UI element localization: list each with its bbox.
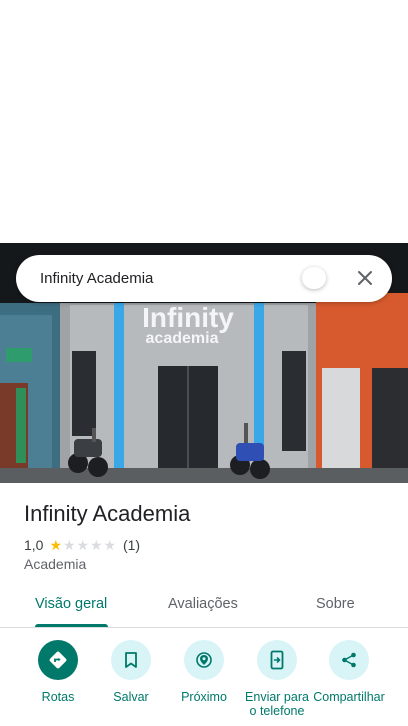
send-to-phone-label: Enviar para o telefone (245, 690, 309, 718)
tab-overview[interactable]: Visão geral (35, 596, 107, 612)
star-icon: ★ (103, 537, 117, 553)
sign-text-line2: academia (146, 330, 219, 347)
search-input[interactable] (40, 270, 290, 287)
search-bar[interactable] (16, 255, 392, 302)
share-label: Compartilhar (313, 690, 385, 704)
nearby-label: Próximo (181, 690, 227, 704)
directions-icon (38, 640, 78, 680)
tab-reviews[interactable]: Avaliações (168, 596, 238, 612)
tab-active-indicator (35, 624, 108, 627)
save-label: Salvar (113, 690, 149, 704)
bookmark-icon (111, 640, 151, 680)
star-icon: ★ (62, 537, 76, 553)
directions-label: Rotas (41, 690, 75, 704)
send-to-phone-button[interactable]: Enviar para o telefone (237, 640, 317, 718)
save-button[interactable]: Salvar (91, 640, 171, 704)
place-title: Infinity Academia (24, 501, 191, 526)
sign-text-line1: Infinity (142, 302, 234, 333)
send-to-phone-icon (257, 640, 297, 680)
place-tabs: Visão geral Avaliações Sobre (0, 585, 408, 628)
rating-value: 1,0 (24, 537, 44, 553)
close-icon[interactable] (354, 267, 376, 289)
share-icon (329, 640, 369, 680)
review-count[interactable]: (1) (123, 537, 140, 553)
place-category[interactable]: Academia (24, 556, 86, 572)
star-icon: ★ (49, 537, 63, 553)
search-icon[interactable] (302, 267, 326, 289)
map-blank-area (0, 0, 408, 243)
star-icon: ★ (89, 537, 103, 553)
nearby-icon (184, 640, 224, 680)
tab-about[interactable]: Sobre (316, 596, 355, 612)
directions-button[interactable]: Rotas (18, 640, 98, 704)
nearby-button[interactable]: Próximo (164, 640, 244, 704)
share-button[interactable]: Compartilhar (309, 640, 389, 704)
star-icon: ★ (76, 537, 90, 553)
rating-stars: ★ ★ ★ ★ ★ (49, 538, 117, 552)
rating-row[interactable]: 1,0 ★ ★ ★ ★ ★ (1) (24, 536, 140, 554)
action-buttons: Rotas Salvar Próximo Enviar para o telef… (0, 640, 408, 726)
